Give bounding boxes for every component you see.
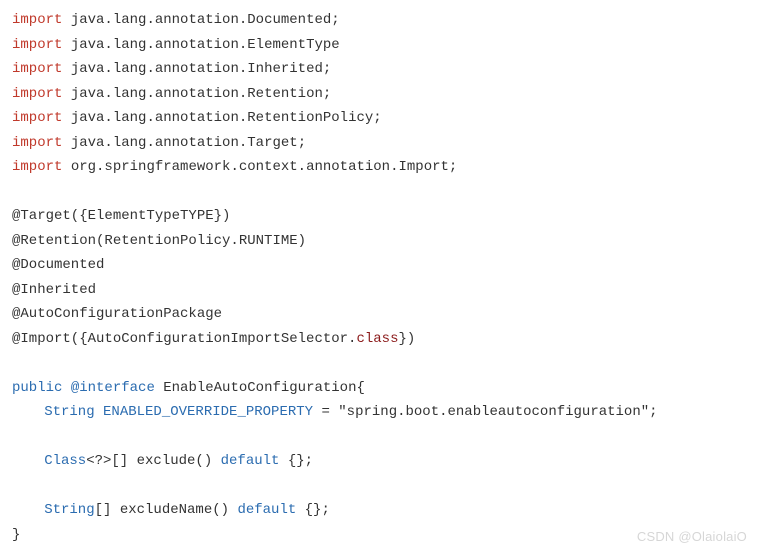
- type-string: String: [44, 502, 94, 518]
- import-line: import java.lang.annotation.Retention;: [12, 82, 747, 107]
- annotation-line: @Inherited: [12, 278, 747, 303]
- keyword-import: import: [12, 12, 62, 28]
- keyword-import: import: [12, 61, 62, 77]
- annotation-line: @AutoConfigurationPackage: [12, 302, 747, 327]
- blank-line: [12, 180, 747, 205]
- code-block: import java.lang.annotation.Documented; …: [12, 8, 747, 547]
- import-line: import java.lang.annotation.Documented;: [12, 8, 747, 33]
- type-class: Class: [44, 453, 86, 469]
- declaration-line: public @interface EnableAutoConfiguratio…: [12, 376, 747, 401]
- import-line: import java.lang.annotation.Target;: [12, 131, 747, 156]
- keyword-import: import: [12, 110, 62, 126]
- annotation-line: @Target({ElementTypeTYPE}): [12, 204, 747, 229]
- keyword-public: public: [12, 380, 62, 396]
- blank-line: [12, 425, 747, 450]
- import-line: import java.lang.annotation.RetentionPol…: [12, 106, 747, 131]
- keyword-import: import: [12, 86, 62, 102]
- type-string: String: [44, 404, 94, 420]
- keyword-default: default: [221, 453, 280, 469]
- annotation-line: @Retention(RetentionPolicy.RUNTIME): [12, 229, 747, 254]
- keyword-default: default: [237, 502, 296, 518]
- keyword-import: import: [12, 37, 62, 53]
- method-line: String[] excludeName() default {};: [12, 498, 747, 523]
- blank-line: [12, 351, 747, 376]
- keyword-import: import: [12, 135, 62, 151]
- annotation-line: @Documented: [12, 253, 747, 278]
- keyword-import: import: [12, 159, 62, 175]
- blank-line: [12, 474, 747, 499]
- import-line: import java.lang.annotation.Inherited;: [12, 57, 747, 82]
- method-line: Class<?>[] exclude() default {};: [12, 449, 747, 474]
- watermark-text: CSDN @OlaiolaiO: [637, 526, 747, 549]
- keyword-interface: @interface: [71, 380, 155, 396]
- import-line: import org.springframework.context.annot…: [12, 155, 747, 180]
- keyword-class: class: [356, 331, 398, 347]
- import-line: import java.lang.annotation.ElementType: [12, 33, 747, 58]
- constant-name: ENABLED_OVERRIDE_PROPERTY: [103, 404, 313, 420]
- field-line: String ENABLED_OVERRIDE_PROPERTY = "spri…: [12, 400, 747, 425]
- annotation-line: @Import({AutoConfigurationImportSelector…: [12, 327, 747, 352]
